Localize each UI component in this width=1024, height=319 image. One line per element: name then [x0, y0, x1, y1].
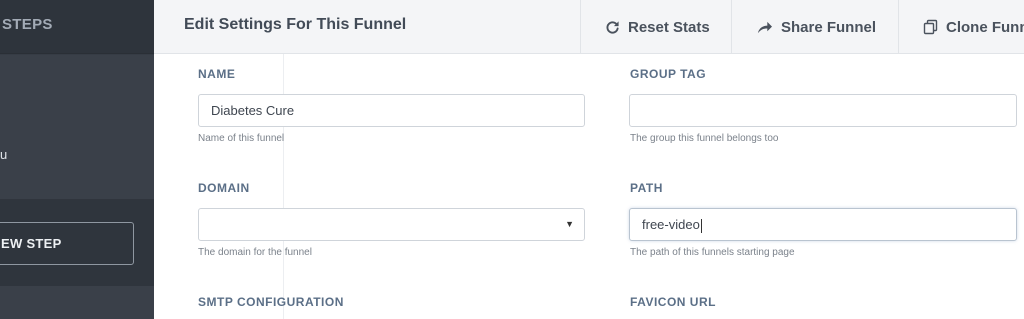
- group-tag-label: GROUP TAG: [630, 67, 707, 81]
- share-arrow-icon: [757, 21, 772, 33]
- name-help-text: Name of this funnel: [198, 133, 285, 144]
- share-funnel-button[interactable]: Share Funnel: [731, 0, 898, 54]
- page-title: Edit Settings For This Funnel: [184, 16, 407, 33]
- smtp-configuration-label: SMTP CONFIGURATION: [198, 295, 344, 309]
- domain-select[interactable]: ▼: [198, 208, 585, 241]
- group-tag-input[interactable]: [629, 94, 1017, 127]
- clone-funnel-label: Clone Funn: [946, 18, 1024, 36]
- sidebar-step-item[interactable]: u: [0, 55, 154, 200]
- group-tag-help-text: The group this funnel belongs too: [630, 133, 779, 144]
- name-label: NAME: [198, 67, 236, 81]
- share-funnel-label: Share Funnel: [781, 18, 877, 36]
- sidebar-step-label: u: [0, 147, 8, 162]
- path-help-text: The path of this funnels starting page: [630, 247, 795, 258]
- clone-funnel-button[interactable]: Clone Funn: [898, 0, 1024, 54]
- reset-stats-button[interactable]: Reset Stats: [580, 0, 731, 54]
- top-bar: Edit Settings For This Funnel Reset Stat…: [154, 0, 1024, 54]
- sidebar-bottom-item[interactable]: [0, 286, 154, 319]
- domain-help-text: The domain for the funnel: [198, 247, 312, 258]
- copy-icon: [923, 19, 938, 35]
- domain-label: DOMAIN: [198, 181, 250, 195]
- sidebar-header: STEPS: [0, 0, 154, 54]
- path-label: PATH: [630, 181, 663, 195]
- path-input-value: free-video: [642, 217, 700, 232]
- add-new-step-button[interactable]: EW STEP: [0, 222, 134, 265]
- chevron-down-icon: ▼: [565, 219, 574, 229]
- favicon-url-label: FAVICON URL: [630, 295, 716, 309]
- sidebar-title: STEPS: [2, 16, 53, 33]
- refresh-icon: [606, 20, 619, 34]
- reset-stats-label: Reset Stats: [628, 18, 710, 36]
- text-cursor: [700, 218, 702, 233]
- path-input[interactable]: free-video: [629, 208, 1017, 241]
- name-input[interactable]: Diabetes Cure: [198, 94, 585, 127]
